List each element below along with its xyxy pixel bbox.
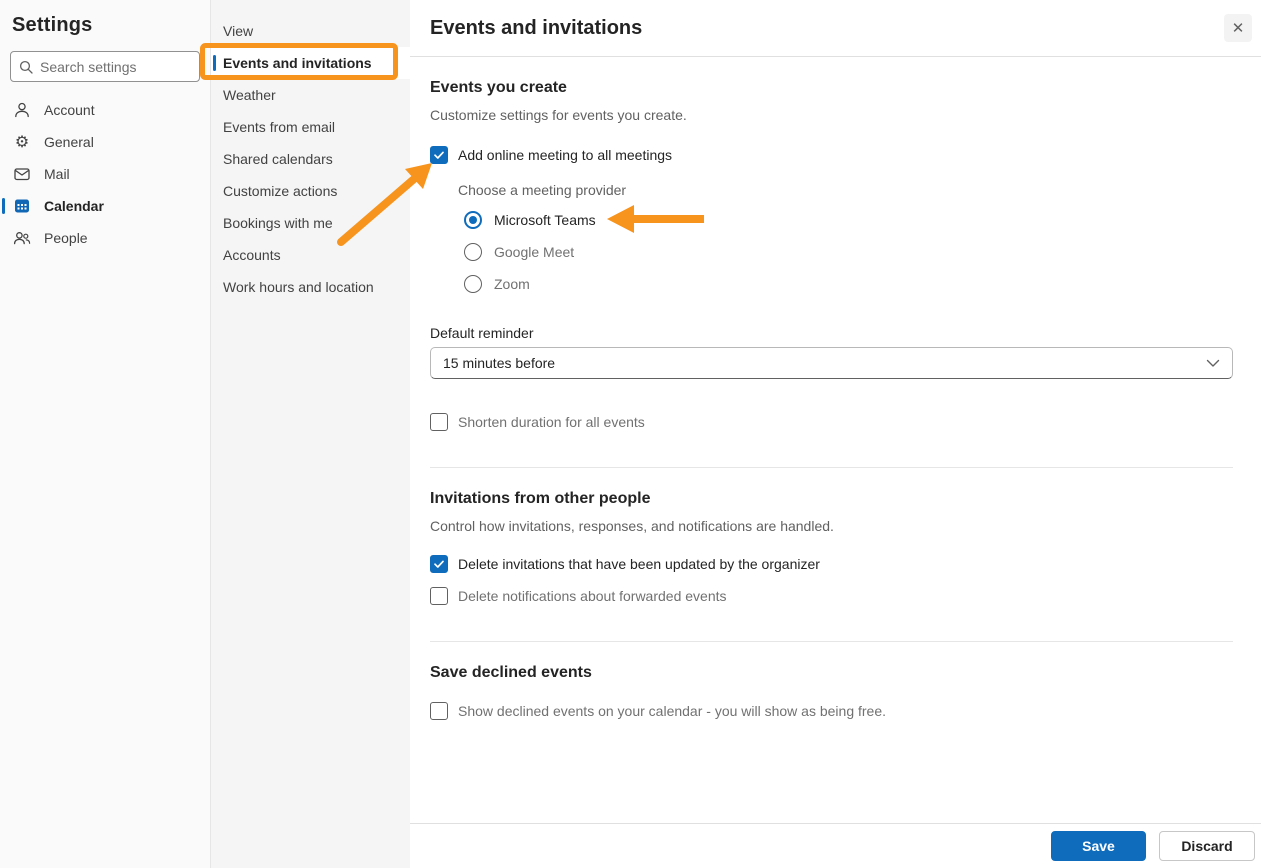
checkbox-delete-forwarded-notifications[interactable]: Delete notifications about forwarded eve… — [430, 587, 1233, 605]
sidebar-item-mail[interactable]: Mail — [0, 158, 210, 190]
cat-item-work-hours-and-location[interactable]: Work hours and location — [211, 271, 410, 303]
radio-label: Google Meet — [494, 244, 575, 260]
people-icon — [12, 228, 32, 248]
sidebar-item-label: Mail — [44, 166, 70, 182]
cat-item-label: Work hours and location — [223, 279, 374, 295]
radio-unselected-icon[interactable] — [464, 275, 482, 293]
radio-microsoft-teams[interactable]: Microsoft Teams — [464, 211, 1233, 229]
search-icon — [19, 60, 33, 74]
checkbox-unchecked-icon[interactable] — [430, 702, 448, 720]
calendar-settings-nav: View Events and invitations Weather Even… — [211, 0, 410, 868]
section-divider — [430, 467, 1233, 468]
panel-content: Events you create Customize settings for… — [410, 57, 1261, 823]
dropdown-selected-value: 15 minutes before — [443, 355, 556, 371]
section-heading-save-declined: Save declined events — [430, 664, 592, 681]
cat-item-view[interactable]: View — [211, 15, 410, 47]
cat-item-label: Weather — [223, 87, 276, 103]
checkbox-show-declined-events[interactable]: Show declined events on your calendar - … — [430, 702, 1233, 720]
sidebar-item-label: People — [44, 230, 88, 246]
radio-unselected-icon[interactable] — [464, 243, 482, 261]
checkbox-label: Shorten duration for all events — [458, 414, 645, 430]
cat-item-accounts[interactable]: Accounts — [211, 239, 410, 271]
sidebar-item-account[interactable]: Account — [0, 94, 210, 126]
close-icon: ✕ — [1231, 19, 1245, 37]
sidebar-nav: Account ⚙ General Mail Calendar People — [0, 94, 210, 254]
checkbox-add-online-meeting[interactable]: Add online meeting to all meetings — [430, 146, 1233, 164]
panel-header: Events and invitations ✕ — [410, 0, 1261, 57]
chevron-down-icon — [1206, 355, 1220, 371]
cat-item-label: Shared calendars — [223, 151, 333, 167]
radio-label: Microsoft Teams — [494, 212, 596, 228]
radio-google-meet[interactable]: Google Meet — [464, 243, 1233, 261]
radio-selected-icon[interactable] — [464, 211, 482, 229]
search-settings-box[interactable] — [10, 51, 200, 82]
settings-title: Settings — [12, 14, 93, 36]
cat-item-weather[interactable]: Weather — [211, 79, 410, 111]
close-button[interactable]: ✕ — [1224, 14, 1252, 42]
save-button[interactable]: Save — [1051, 831, 1146, 861]
selection-indicator — [213, 55, 216, 71]
meeting-provider-radio-group: Microsoft Teams Google Meet Zoom — [430, 211, 1233, 293]
calendar-icon — [12, 196, 32, 216]
checkbox-label: Show declined events on your calendar - … — [458, 703, 887, 719]
cat-item-label: Bookings with me — [223, 215, 333, 231]
settings-sidebar: Settings Account ⚙ General Mail — [0, 0, 211, 868]
sidebar-item-label: Calendar — [44, 198, 104, 214]
radio-label: Zoom — [494, 276, 530, 292]
section-divider — [430, 641, 1233, 642]
section-description: Control how invitations, responses, and … — [430, 518, 834, 534]
gear-icon: ⚙ — [14, 134, 30, 151]
checkbox-label: Add online meeting to all meetings — [458, 147, 673, 163]
checkbox-checked-icon[interactable] — [430, 146, 448, 164]
panel-title: Events and invitations — [430, 16, 643, 39]
sidebar-item-label: Account — [44, 102, 95, 118]
checkbox-unchecked-icon[interactable] — [430, 413, 448, 431]
events-and-invitations-panel: Events and invitations ✕ Events you crea… — [410, 0, 1261, 868]
cat-item-label: Accounts — [223, 247, 281, 263]
section-heading-invitations: Invitations from other people — [430, 490, 651, 507]
sidebar-item-calendar[interactable]: Calendar — [0, 190, 210, 222]
provider-group-label: Choose a meeting provider — [458, 182, 627, 198]
default-reminder-label: Default reminder — [430, 325, 534, 341]
cat-item-label: View — [223, 23, 254, 39]
section-description: Customize settings for events you create… — [430, 107, 687, 123]
person-icon — [12, 100, 32, 120]
cat-item-events-from-email[interactable]: Events from email — [211, 111, 410, 143]
panel-footer: Save Discard — [410, 823, 1261, 868]
cat-item-customize-actions[interactable]: Customize actions — [211, 175, 410, 207]
mail-icon — [12, 164, 32, 184]
checkbox-unchecked-icon[interactable] — [430, 587, 448, 605]
cat-item-shared-calendars[interactable]: Shared calendars — [211, 143, 410, 175]
cat-item-label: Customize actions — [223, 183, 338, 199]
cat-item-label: Events from email — [223, 119, 336, 135]
cat-item-bookings-with-me[interactable]: Bookings with me — [211, 207, 410, 239]
sidebar-item-label: General — [44, 134, 94, 150]
sidebar-item-general[interactable]: ⚙ General — [0, 126, 210, 158]
checkbox-checked-icon[interactable] — [430, 555, 448, 573]
section-heading-events-you-create: Events you create — [430, 79, 567, 96]
cat-item-events-and-invitations[interactable]: Events and invitations — [211, 47, 410, 79]
checkbox-label: Delete invitations that have been update… — [458, 556, 820, 572]
radio-zoom[interactable]: Zoom — [464, 275, 1233, 293]
cat-item-label: Events and invitations — [223, 55, 372, 71]
sidebar-item-people[interactable]: People — [0, 222, 210, 254]
default-reminder-dropdown[interactable]: 15 minutes before — [430, 347, 1233, 379]
search-settings-input[interactable] — [40, 58, 191, 75]
discard-button[interactable]: Discard — [1159, 831, 1255, 861]
selection-indicator — [2, 198, 5, 214]
checkbox-label: Delete notifications about forwarded eve… — [458, 588, 727, 604]
checkbox-shorten-duration[interactable]: Shorten duration for all events — [430, 413, 1233, 431]
checkbox-delete-updated-invitations[interactable]: Delete invitations that have been update… — [430, 555, 1233, 573]
